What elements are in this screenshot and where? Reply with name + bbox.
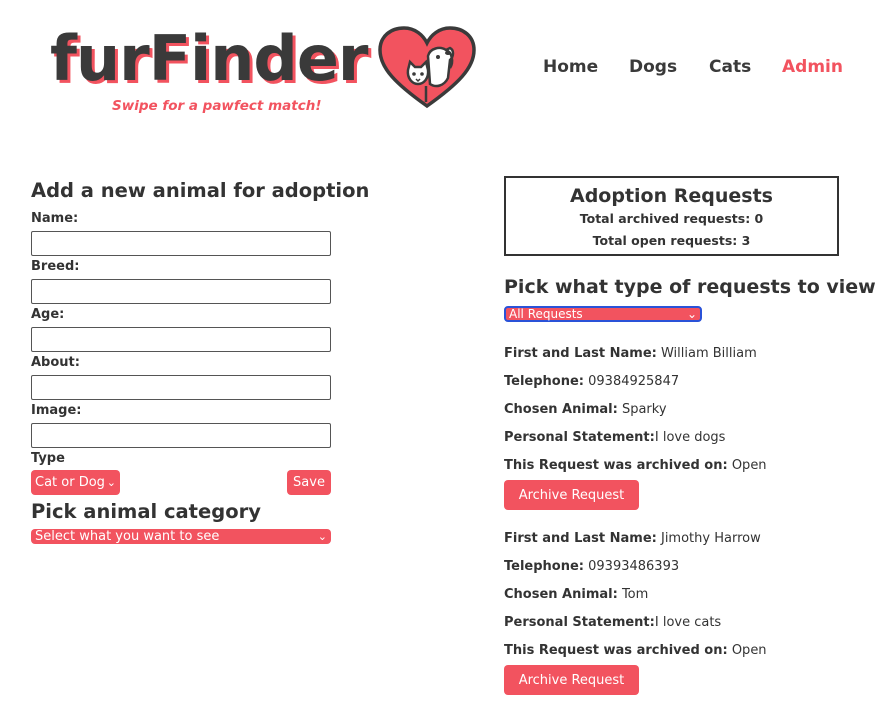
request-telephone: Telephone: 09393486393 bbox=[504, 559, 680, 574]
name-label: Name: bbox=[31, 211, 79, 226]
type-label: Type bbox=[31, 451, 65, 466]
request-type-select[interactable]: All Requests ⌄ bbox=[504, 306, 702, 322]
about-label: About: bbox=[31, 355, 80, 370]
nav-link-admin[interactable]: Admin bbox=[782, 57, 843, 77]
chevron-down-icon: ⌄ bbox=[106, 476, 116, 489]
name-input[interactable] bbox=[31, 231, 331, 256]
nav-link-home[interactable]: Home bbox=[543, 57, 598, 77]
category-select-value: Select what you want to see bbox=[35, 529, 220, 544]
open-count: Total open requests: 3 bbox=[592, 233, 751, 248]
archived-count: Total archived requests: 0 bbox=[579, 211, 764, 226]
image-label: Image: bbox=[31, 403, 82, 418]
request-name: First and Last Name: William Billiam bbox=[504, 346, 757, 361]
age-label: Age: bbox=[31, 307, 65, 322]
archive-request-button[interactable]: Archive Request bbox=[504, 480, 639, 510]
nav-link-dogs[interactable]: Dogs bbox=[629, 57, 677, 77]
save-button[interactable]: Save bbox=[287, 470, 331, 495]
request-name: First and Last Name: Jimothy Harrow bbox=[504, 531, 761, 546]
chevron-down-icon: ⌄ bbox=[317, 530, 327, 543]
type-select[interactable]: Cat or Dog ⌄ bbox=[31, 470, 120, 495]
nav-link-cats[interactable]: Cats bbox=[709, 57, 751, 77]
add-animal-title: Add a new animal for adoption bbox=[31, 179, 370, 202]
requests-summary-title: Adoption Requests bbox=[570, 185, 773, 207]
request-telephone: Telephone: 09384925847 bbox=[504, 374, 680, 389]
category-title: Pick animal category bbox=[31, 500, 261, 523]
request-filter-title: Pick what type of requests to view bbox=[504, 276, 876, 298]
breed-label: Breed: bbox=[31, 259, 80, 274]
logo-tagline: Swipe for a pawfect match! bbox=[112, 98, 322, 114]
request-archived-status: This Request was archived on: Open bbox=[504, 643, 767, 658]
request-animal: Chosen Animal: Tom bbox=[504, 587, 649, 602]
breed-input[interactable] bbox=[31, 279, 331, 304]
archive-request-button[interactable]: Archive Request bbox=[504, 665, 639, 695]
request-statement: Personal Statement:I love dogs bbox=[504, 430, 726, 445]
type-select-value: Cat or Dog bbox=[35, 475, 105, 490]
age-input[interactable] bbox=[31, 327, 331, 352]
adoption-requests-summary: Adoption Requests Total archived request… bbox=[504, 176, 839, 256]
request-statement: Personal Statement:I love cats bbox=[504, 615, 722, 630]
request-animal: Chosen Animal: Sparky bbox=[504, 402, 667, 417]
main-nav: Home Dogs Cats Admin bbox=[0, 57, 877, 79]
chevron-down-icon: ⌄ bbox=[686, 307, 697, 321]
image-input[interactable] bbox=[31, 423, 331, 448]
request-archived-status: This Request was archived on: Open bbox=[504, 458, 767, 473]
about-input[interactable] bbox=[31, 375, 331, 400]
request-type-value: All Requests bbox=[509, 307, 583, 321]
category-select[interactable]: Select what you want to see ⌄ bbox=[31, 529, 331, 544]
